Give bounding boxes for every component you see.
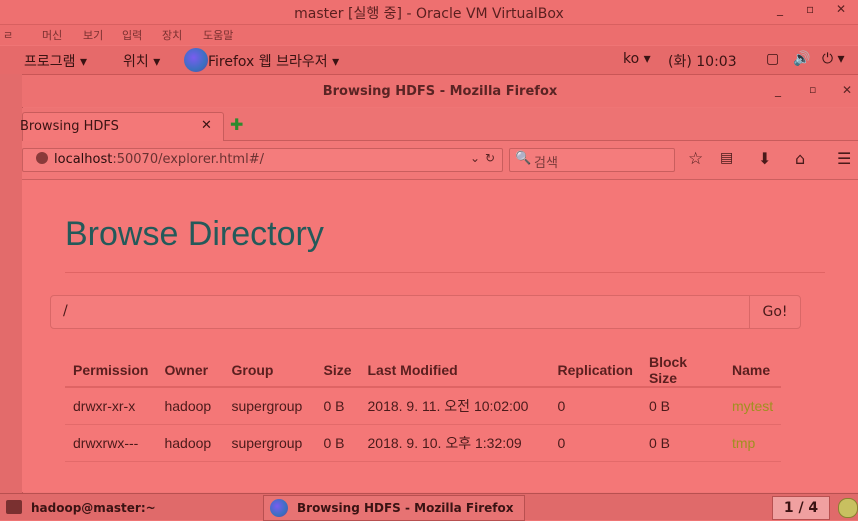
- cell-size: 0 B: [315, 424, 360, 462]
- col-permission[interactable]: Permission: [65, 354, 157, 388]
- cell-modified: 2018. 9. 10. 오후 1:32:09: [359, 424, 550, 462]
- name-link[interactable]: tmp: [732, 435, 755, 451]
- menu-edge: ㄹ: [3, 29, 14, 42]
- divider: [65, 272, 825, 273]
- cell-replication: 0: [549, 387, 641, 425]
- col-last-modified[interactable]: Last Modified: [359, 354, 550, 388]
- cell-permission: drwxrwx---: [65, 424, 157, 462]
- table-header-row: Permission Owner Group Size Last Modifie…: [65, 354, 782, 388]
- places-menu[interactable]: 위치 ▾: [123, 51, 160, 71]
- cell-block-size: 0 B: [640, 387, 724, 425]
- tab-close-icon[interactable]: ✕: [201, 118, 212, 133]
- cell-permission: drwxr-xr-x: [65, 387, 157, 425]
- col-group[interactable]: Group: [223, 354, 316, 388]
- terminal-icon: [6, 500, 22, 514]
- window-icon[interactable]: ▢: [766, 51, 779, 67]
- reading-list-icon[interactable]: ▤: [720, 150, 733, 166]
- firefox-titlebar: Browsing HDFS - Mozilla Firefox _ ▫ ✕: [22, 75, 858, 107]
- firefox-window-title: Browsing HDFS - Mozilla Firefox: [322, 84, 558, 99]
- vbox-titlebar: master [실행 중] - Oracle VM VirtualBox _ ▫…: [0, 0, 858, 25]
- url-dropdown-icon[interactable]: ⌄: [470, 151, 480, 165]
- col-owner[interactable]: Owner: [156, 354, 224, 388]
- applications-menu[interactable]: 프로그램 ▾: [24, 51, 87, 71]
- ff-close-icon[interactable]: ✕: [842, 83, 852, 97]
- new-tab-icon[interactable]: ✚: [230, 115, 243, 134]
- notification-icon[interactable]: [838, 498, 858, 518]
- path-value: /: [63, 303, 68, 319]
- menu-help[interactable]: 도움말: [203, 27, 233, 43]
- volume-icon[interactable]: 🔊: [793, 51, 810, 67]
- col-replication[interactable]: Replication: [549, 354, 641, 388]
- downloads-icon[interactable]: ⬇: [758, 149, 771, 168]
- cell-size: 0 B: [315, 387, 360, 425]
- menu-input[interactable]: 입력: [122, 27, 142, 43]
- search-icon: 🔍: [515, 151, 532, 166]
- page-content: Browse Directory / Go! Permission Owner …: [22, 180, 858, 492]
- active-app-menu[interactable]: Firefox 웹 브라우저 ▾: [208, 51, 339, 71]
- directory-table: Permission Owner Group Size Last Modifie…: [65, 354, 782, 462]
- col-name[interactable]: Name: [723, 354, 782, 388]
- ff-maximize-icon[interactable]: ▫: [809, 83, 816, 96]
- taskbar-firefox-item[interactable]: Browsing HDFS - Mozilla Firefox: [263, 495, 525, 521]
- name-link[interactable]: mytest: [732, 398, 773, 414]
- power-icon[interactable]: ⏻ ▾: [822, 51, 845, 67]
- cell-modified: 2018. 9. 11. 오전 10:02:00: [359, 387, 550, 425]
- menu-devices[interactable]: 장치: [162, 27, 182, 43]
- minimize-button[interactable]: _: [777, 2, 783, 16]
- url-text: localhost:50070/explorer.html#/: [54, 152, 264, 167]
- firefox-taskbar-icon: [270, 499, 288, 517]
- cell-owner: hadoop: [156, 387, 224, 425]
- gnome-taskbar: hadoop@master:~ Browsing HDFS - Mozilla …: [0, 493, 858, 521]
- guest-left-edge: [0, 74, 23, 494]
- input-language[interactable]: ko ▾: [623, 51, 651, 67]
- table-row: drwxr-xr-x hadoop supergroup 0 B 2018. 9…: [65, 387, 782, 425]
- menu-hamburger-icon[interactable]: ☰: [837, 149, 851, 168]
- cell-replication: 0: [549, 424, 641, 462]
- path-input[interactable]: /: [50, 295, 750, 329]
- clock[interactable]: (화) 10:03: [668, 51, 737, 71]
- cell-block-size: 0 B: [640, 424, 724, 462]
- firefox-app-icon: [184, 48, 208, 72]
- search-placeholder: 검색: [534, 156, 558, 171]
- tab-title: Browsing HDFS: [20, 119, 119, 134]
- vbox-window-title: master [실행 중] - Oracle VM VirtualBox: [294, 6, 564, 22]
- tab-browsing-hdfs[interactable]: Browsing HDFS ✕: [20, 112, 224, 141]
- menu-view[interactable]: 보기: [83, 27, 103, 43]
- taskbar-terminal[interactable]: hadoop@master:~: [31, 501, 156, 515]
- cell-group: supergroup: [223, 424, 316, 462]
- navigation-bar: localhost:50070/explorer.html#/ ⌄ ↻ 🔍 검색…: [22, 141, 858, 180]
- cell-name: mytest: [723, 387, 782, 425]
- taskbar-firefox-label: Browsing HDFS - Mozilla Firefox: [297, 501, 514, 515]
- cell-name: tmp: [723, 424, 782, 462]
- gnome-top-bar: 프로그램 ▾ 위치 ▾ Firefox 웹 브라우저 ▾ ko ▾ (화) 10…: [0, 46, 858, 75]
- menu-machine[interactable]: 머신: [42, 27, 62, 43]
- vbox-menubar: ㄹ 머신 보기 입력 장치 도움말: [0, 25, 858, 45]
- ff-minimize-icon[interactable]: _: [775, 83, 781, 97]
- col-block-size[interactable]: Block Size: [640, 354, 724, 388]
- close-button[interactable]: ✕: [836, 2, 846, 16]
- reload-icon[interactable]: ↻: [485, 151, 495, 165]
- maximize-button[interactable]: ▫: [806, 2, 814, 16]
- cell-owner: hadoop: [156, 424, 224, 462]
- tab-strip: Browsing HDFS ✕ ✚: [20, 108, 858, 141]
- col-size[interactable]: Size: [315, 354, 360, 388]
- cell-group: supergroup: [223, 387, 316, 425]
- search-box[interactable]: 🔍 검색: [509, 148, 675, 172]
- home-icon[interactable]: ⌂: [795, 149, 805, 168]
- go-button[interactable]: Go!: [749, 295, 801, 329]
- site-info-icon[interactable]: [36, 152, 48, 164]
- bookmark-star-icon[interactable]: ☆: [688, 149, 703, 169]
- table-row: drwxrwx--- hadoop supergroup 0 B 2018. 9…: [65, 424, 782, 462]
- workspace-switcher[interactable]: 1 / 4: [772, 496, 830, 520]
- page-title: Browse Directory: [65, 215, 324, 253]
- url-bar[interactable]: localhost:50070/explorer.html#/ ⌄ ↻: [22, 148, 503, 172]
